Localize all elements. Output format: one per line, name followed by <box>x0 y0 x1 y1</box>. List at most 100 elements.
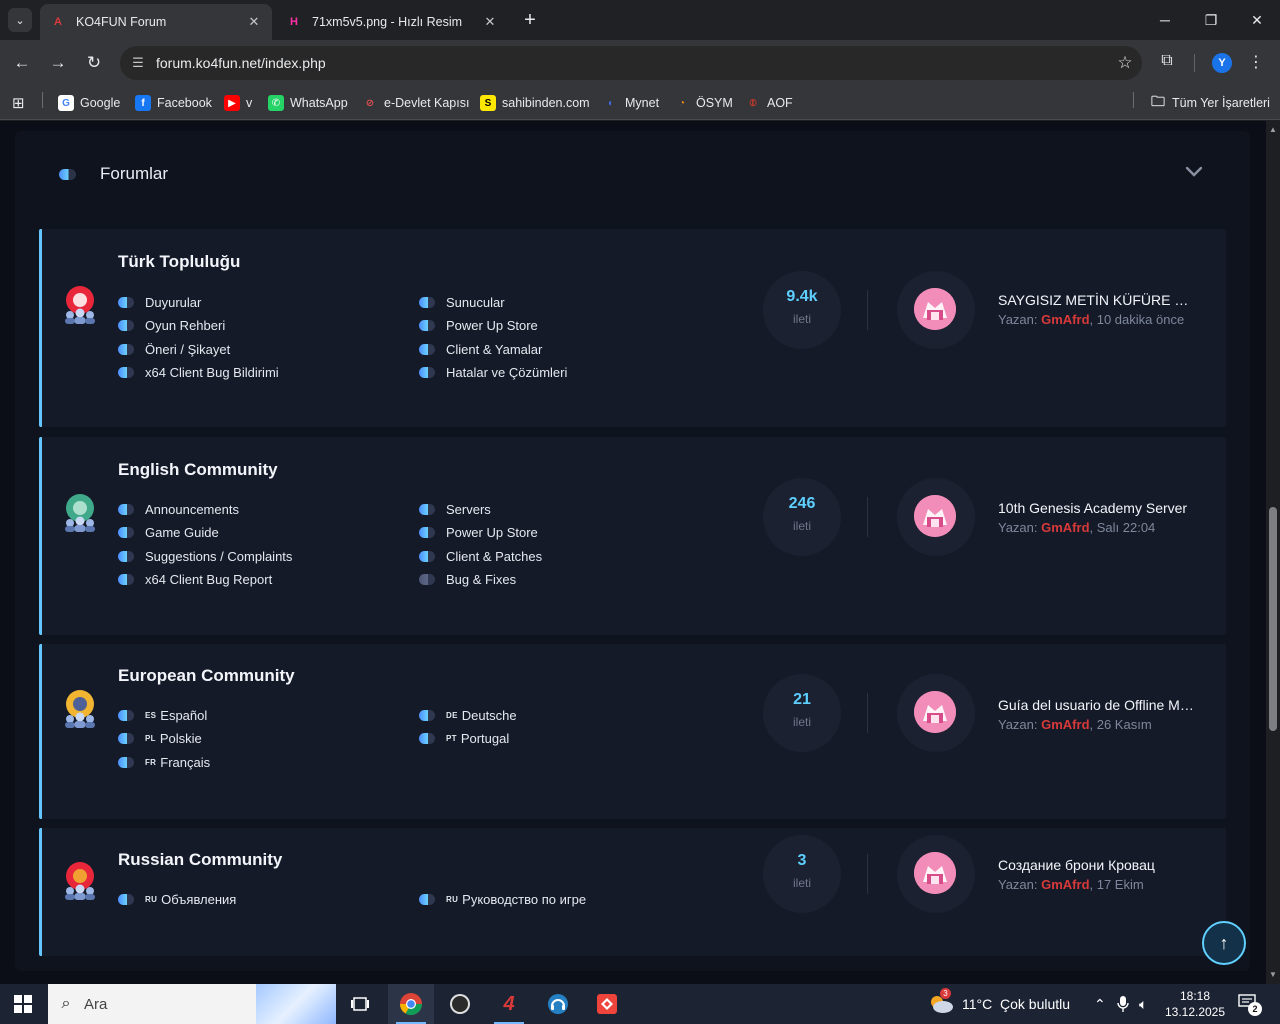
aof-icon: ⦶ <box>749 97 757 109</box>
scroll-to-top-button[interactable]: ↑ <box>1202 921 1246 965</box>
subforum-link[interactable]: PT Portugal <box>419 730 509 748</box>
bookmark-star-icon[interactable]: ☆ <box>1108 53 1142 73</box>
start-button[interactable] <box>14 995 32 1013</box>
bookmark-item[interactable]: ⊘ e-Devlet Kapısı <box>362 92 470 114</box>
subforum-link[interactable]: Duyurular <box>118 293 201 311</box>
url-text[interactable]: forum.ko4fun.net/index.php <box>156 55 1108 71</box>
subforum-link[interactable]: RU Руководство по игре <box>419 890 586 908</box>
close-window-button[interactable]: ✕ <box>1234 0 1280 40</box>
last-post-author[interactable]: GmAfrd <box>1041 877 1089 892</box>
last-poster-avatar[interactable] <box>897 271 975 349</box>
last-post-author[interactable]: GmAfrd <box>1041 312 1089 327</box>
tab-ko4fun[interactable]: A KO4FUN Forum ✕ <box>40 4 272 40</box>
bookmark-item[interactable]: f Facebook <box>135 92 212 114</box>
tab-close-icon[interactable]: ✕ <box>482 14 498 30</box>
subforum-link[interactable]: Power Up Store <box>419 524 538 542</box>
microphone-icon[interactable] <box>1117 984 1129 1024</box>
last-post-title[interactable]: SAYGISIZ METİN KÜFÜRE DEVAM <box>998 292 1194 308</box>
subforum-link[interactable]: DE Deutsche <box>419 706 517 724</box>
subforum-link[interactable]: Servers <box>419 500 491 518</box>
subforum-link[interactable]: x64 Client Bug Report <box>118 571 272 589</box>
address-bar[interactable]: ☰ forum.ko4fun.net/index.php ☆ <box>120 46 1142 80</box>
task-view-icon[interactable] <box>337 984 383 1024</box>
weather-widget[interactable]: 3 11°C Çok bulutlu <box>928 984 1070 1024</box>
bookmark-item[interactable]: ✆ WhatsApp <box>268 92 348 114</box>
bookmark-item[interactable]: ⦶ AOF <box>745 92 792 114</box>
scrollbar-thumb[interactable] <box>1269 507 1277 731</box>
last-poster-avatar[interactable] <box>897 478 975 556</box>
bookmark-item[interactable]: G Google <box>58 92 120 114</box>
last-poster-avatar[interactable] <box>897 674 975 752</box>
subforum-link[interactable]: Client & Yamalar <box>419 340 542 358</box>
extensions-icon[interactable]: ⧉ <box>1156 52 1178 74</box>
subforum-link[interactable]: Announcements <box>118 500 239 518</box>
restore-button[interactable]: ❐ <box>1188 0 1234 40</box>
game-taskbar-icon[interactable]: 4 <box>486 984 532 1024</box>
category-title[interactable]: English Community <box>118 460 278 480</box>
last-poster-avatar[interactable] <box>897 835 975 913</box>
bookmark-label: v <box>246 96 253 110</box>
subforum-status-icon <box>419 343 435 355</box>
tab-hizli-resim[interactable]: H 71xm5v5.png - Hızlı Resim ✕ <box>276 4 508 40</box>
chrome-taskbar-icon[interactable] <box>388 984 434 1024</box>
subforum-link[interactable]: Öneri / Şikayet <box>118 340 230 358</box>
subforum-link[interactable]: PL Polskie <box>118 730 202 748</box>
teamspeak-taskbar-icon[interactable] <box>535 984 581 1024</box>
subforum-link[interactable]: Power Up Store <box>419 317 538 335</box>
subforum-link[interactable]: Game Guide <box>118 524 219 542</box>
subforum-link[interactable]: Sunucular <box>419 293 505 311</box>
subforum-label: Duyurular <box>145 294 202 310</box>
system-clock[interactable]: 18:18 13.12.2025 <box>1160 988 1230 1020</box>
back-button[interactable]: ← <box>7 48 37 78</box>
subforum-link[interactable]: Suggestions / Complaints <box>118 547 292 565</box>
reload-button[interactable]: ↻ <box>79 48 109 78</box>
forums-header[interactable]: Forumlar <box>15 131 1250 217</box>
subforum-link[interactable]: FR Français <box>118 753 210 771</box>
category-title[interactable]: Türk Topluluğu <box>118 252 240 272</box>
obs-taskbar-icon[interactable] <box>437 984 483 1024</box>
category-title[interactable]: European Community <box>118 666 295 686</box>
bookmark-item[interactable]: Ssahibinden.com <box>480 92 590 114</box>
apps-grid-icon[interactable]: ⊞ <box>12 92 25 114</box>
site-info-icon[interactable]: ☰ <box>120 55 156 71</box>
last-post-title[interactable]: Guía del usuario de Offline Merchant <box>998 697 1194 713</box>
subforum-link[interactable]: Hatalar ve Çözümleri <box>419 364 567 382</box>
page-scrollbar[interactable]: ▲ ▼ <box>1266 121 1280 984</box>
subforum-link[interactable]: Bug & Fixes <box>419 571 516 589</box>
bookmark-item[interactable]: ▶ v <box>224 92 252 114</box>
bookmark-item[interactable]: ◐ Mynet <box>603 92 659 114</box>
category-title[interactable]: Russian Community <box>118 850 282 870</box>
subforum-link[interactable]: ES Español <box>118 706 207 724</box>
subforum-link[interactable]: RU Объявления <box>118 890 236 908</box>
toolbar-divider <box>1194 54 1195 72</box>
show-hidden-icons[interactable]: ⌃ <box>1094 984 1106 1024</box>
browser-menu-icon[interactable]: ⋮ <box>1248 52 1264 72</box>
last-post-title[interactable]: 10th Genesis Academy Server <box>998 500 1194 516</box>
tab-close-icon[interactable]: ✕ <box>246 14 262 30</box>
youtube-icon: ▶ <box>224 95 240 111</box>
new-tab-button[interactable]: + <box>518 8 542 32</box>
scroll-up-arrow[interactable]: ▲ <box>1266 123 1280 137</box>
minimize-button[interactable]: ─ <box>1142 0 1188 40</box>
last-post-title[interactable]: Создание брони Кровац <box>998 857 1194 873</box>
notification-center-icon[interactable]: 2 <box>1238 994 1262 1016</box>
subforum-link[interactable]: x64 Client Bug Bildirimi <box>118 364 279 382</box>
volume-icon[interactable]: 🔈︎ <box>1139 984 1147 1024</box>
taskbar-search[interactable]: ⌕ Ara <box>48 984 336 1024</box>
subforum-link[interactable]: Client & Patches <box>419 547 542 565</box>
scroll-down-arrow[interactable]: ▼ <box>1266 968 1280 982</box>
all-bookmarks-folder[interactable]: 🗀 Tüm Yer İşaretleri <box>1150 92 1270 114</box>
subforum-label: Bug & Fixes <box>446 572 517 587</box>
subforum-status-icon <box>118 574 134 585</box>
last-post-author[interactable]: GmAfrd <box>1041 520 1089 535</box>
mynet-icon: ◐ <box>607 97 615 109</box>
author-prefix: Yazan: <box>998 520 1042 535</box>
bookmark-item[interactable]: ◔ ÖSYM <box>674 92 733 114</box>
tab-search-button[interactable]: ⌄ <box>8 8 32 32</box>
profile-avatar[interactable]: Y <box>1212 53 1232 73</box>
anydesk-taskbar-icon[interactable] <box>584 984 630 1024</box>
subforum-link[interactable]: Oyun Rehberi <box>118 317 225 335</box>
forward-button[interactable]: → <box>43 48 73 78</box>
chevron-down-icon[interactable] <box>1185 165 1203 183</box>
last-post-author[interactable]: GmAfrd <box>1041 717 1089 732</box>
